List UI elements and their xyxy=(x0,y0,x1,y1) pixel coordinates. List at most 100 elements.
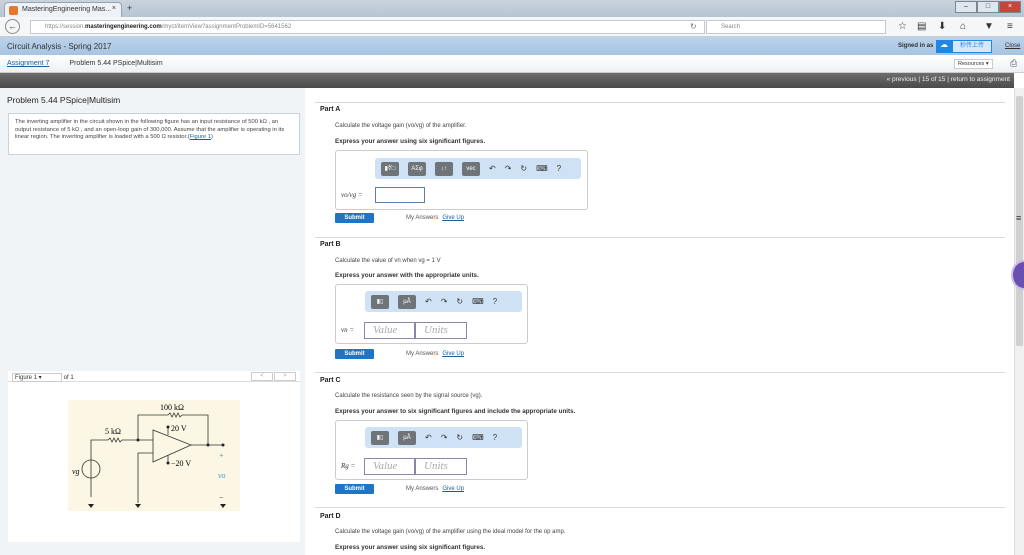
keyboard-icon[interactable]: ⌨ xyxy=(472,297,484,306)
give-up-link[interactable]: Give Up xyxy=(442,351,464,357)
figure-toolbar: Figure 1 ▾ of 1 < > xyxy=(8,371,300,382)
menu-icon[interactable]: ≡ xyxy=(1007,21,1013,32)
browser-tab[interactable]: MasteringEngineering Mas... × xyxy=(4,2,122,17)
next-figure-button[interactable]: > xyxy=(274,372,296,381)
help-icon[interactable]: ? xyxy=(557,164,561,173)
part-b-answer-box: ▮▯ μÅ ↶ ↷ ↻ ⌨ ? vn = Value Units xyxy=(335,284,528,344)
breadcrumb-problem: Problem 5.44 PSpice|Multisim xyxy=(69,60,163,67)
problem-pane: Problem 5.44 PSpice|Multisim The inverti… xyxy=(0,88,305,555)
part-a-submit-button[interactable]: Submit xyxy=(335,213,374,223)
problem-nav-bar: « previous | 15 of 15 | return to assign… xyxy=(0,73,1014,88)
part-b-variable: vn = xyxy=(341,326,355,334)
figure-count: of 1 xyxy=(63,375,74,381)
site-favicon xyxy=(9,6,18,15)
feedback-resistor-label: 100 kΩ xyxy=(160,403,184,412)
negative-supply-label: −20 V xyxy=(171,459,191,468)
part-b-math-toolbar: ▮▯ μÅ ↶ ↷ ↻ ⌨ ? xyxy=(365,291,522,312)
keyboard-icon[interactable]: ⌨ xyxy=(536,164,548,173)
part-a-label: Part A xyxy=(320,106,341,113)
reset-icon[interactable]: ↻ xyxy=(456,433,463,442)
problem-title: Problem 5.44 PSpice|Multisim xyxy=(7,95,121,105)
figure-link[interactable]: Figure 1 xyxy=(190,134,211,140)
cloud-upload-button[interactable]: 秒传上传 xyxy=(952,40,992,53)
home-icon[interactable]: ⌂ xyxy=(960,21,966,32)
browser-tab-bar: MasteringEngineering Mas... × + – □ × xyxy=(0,0,1024,17)
breadcrumb-assignment-link[interactable]: Assignment 7 xyxy=(7,60,49,67)
reload-icon[interactable]: ↻ xyxy=(690,22,697,31)
undo-icon[interactable]: ↶ xyxy=(425,433,432,442)
part-b-units-input[interactable]: Units xyxy=(415,322,467,339)
search-input[interactable]: Search xyxy=(706,20,886,34)
output-plus: + xyxy=(219,451,224,460)
part-a-answer-input[interactable] xyxy=(375,187,425,203)
keyboard-icon[interactable]: ⌨ xyxy=(472,433,484,442)
undo-icon[interactable]: ↶ xyxy=(489,164,496,173)
part-a-math-toolbar: ▮∜□ AΣφ ↓↑ vec ↶ ↷ ↻ ⌨ ? xyxy=(375,158,581,179)
output-label: vo xyxy=(218,471,226,480)
templates-button[interactable]: ▮▯ xyxy=(371,430,389,445)
page-scrollbar[interactable] xyxy=(1014,88,1024,555)
part-a-instruction: Express your answer using six significan… xyxy=(335,138,486,145)
url-input[interactable]: https://session.masteringengineering.com… xyxy=(30,20,705,34)
part-c-units-input[interactable]: Units xyxy=(415,458,467,475)
pocket-icon[interactable]: ▼ xyxy=(984,21,994,32)
vector-button[interactable]: vec xyxy=(462,161,480,176)
redo-icon[interactable]: ↷ xyxy=(441,433,448,442)
bookmark-star-icon[interactable]: ☆ xyxy=(898,21,907,32)
redo-icon[interactable]: ↷ xyxy=(441,297,448,306)
my-answers-link[interactable]: My Answers xyxy=(406,351,438,357)
address-toolbar: ← https://session.masteringengineering.c… xyxy=(0,17,1024,37)
return-to-assignment-link[interactable]: return to assignment xyxy=(951,76,1010,83)
resources-dropdown[interactable]: Resources ▾ xyxy=(954,59,993,69)
part-b-value-input[interactable]: Value xyxy=(364,322,415,339)
part-b-label: Part B xyxy=(320,241,341,248)
part-c-label: Part C xyxy=(320,377,341,384)
help-icon[interactable]: ? xyxy=(493,297,497,306)
previous-link[interactable]: « previous xyxy=(887,76,917,83)
output-minus: − xyxy=(219,493,224,502)
give-up-link[interactable]: Give Up xyxy=(442,215,464,221)
side-menu-icon[interactable]: ≡ xyxy=(1016,213,1021,223)
course-header: Circuit Analysis - Spring 2017 Signed in… xyxy=(0,37,1024,55)
reset-icon[interactable]: ↻ xyxy=(520,164,527,173)
prev-figure-button[interactable]: < xyxy=(251,372,273,381)
reset-icon[interactable]: ↻ xyxy=(456,297,463,306)
download-icon[interactable]: ⬇ xyxy=(938,21,946,32)
give-up-link[interactable]: Give Up xyxy=(442,486,464,492)
my-answers-link[interactable]: My Answers xyxy=(406,486,438,492)
breadcrumb: Assignment 7 Problem 5.44 PSpice|Multisim… xyxy=(0,55,1024,73)
templates-button[interactable]: ▮∜□ xyxy=(381,161,399,176)
templates-button[interactable]: ▮▯ xyxy=(371,294,389,309)
cloud-icon[interactable]: ☁ xyxy=(936,40,952,53)
close-window-icon[interactable]: × xyxy=(999,1,1021,13)
redo-icon[interactable]: ↷ xyxy=(505,164,512,173)
print-icon[interactable]: ⎙ xyxy=(1010,58,1017,69)
my-answers-link[interactable]: My Answers xyxy=(406,215,438,221)
close-tab-icon[interactable]: × xyxy=(112,5,116,12)
part-c-instruction: Express your answer to six significant f… xyxy=(335,408,576,415)
part-a-answer-box: ▮∜□ AΣφ ↓↑ vec ↶ ↷ ↻ ⌨ ? vo/vg = xyxy=(335,150,588,210)
close-link[interactable]: Close xyxy=(1005,43,1020,49)
part-d-label: Part D xyxy=(320,513,341,520)
part-b-submit-button[interactable]: Submit xyxy=(335,349,374,359)
figure-select[interactable]: Figure 1 ▾ xyxy=(12,373,62,382)
maximize-icon[interactable]: □ xyxy=(977,1,999,13)
part-c-value-input[interactable]: Value xyxy=(364,458,415,475)
arrows-button[interactable]: ↓↑ xyxy=(435,161,453,176)
back-icon[interactable]: ← xyxy=(5,19,20,34)
signed-in-label: Signed in as xyxy=(898,43,934,49)
units-button[interactable]: μÅ xyxy=(398,294,416,309)
units-button[interactable]: μÅ xyxy=(398,430,416,445)
circuit-diagram: 100 kΩ 5 kΩ 20 V −20 V vg vo + − xyxy=(68,400,240,511)
part-c-submit-button[interactable]: Submit xyxy=(335,484,374,494)
part-a-question: Calculate the voltage gain (vo/vg) of th… xyxy=(335,123,467,129)
reading-list-icon[interactable]: ▤ xyxy=(917,21,926,32)
part-b-instruction: Express your answer with the appropriate… xyxy=(335,272,479,279)
positive-supply-label: 20 V xyxy=(171,424,187,433)
undo-icon[interactable]: ↶ xyxy=(425,297,432,306)
symbols-button[interactable]: AΣφ xyxy=(408,161,426,176)
part-a-variable: vo/vg = xyxy=(341,191,363,199)
help-icon[interactable]: ? xyxy=(493,433,497,442)
new-tab-button[interactable]: + xyxy=(127,3,132,13)
minimize-icon[interactable]: – xyxy=(955,1,977,13)
